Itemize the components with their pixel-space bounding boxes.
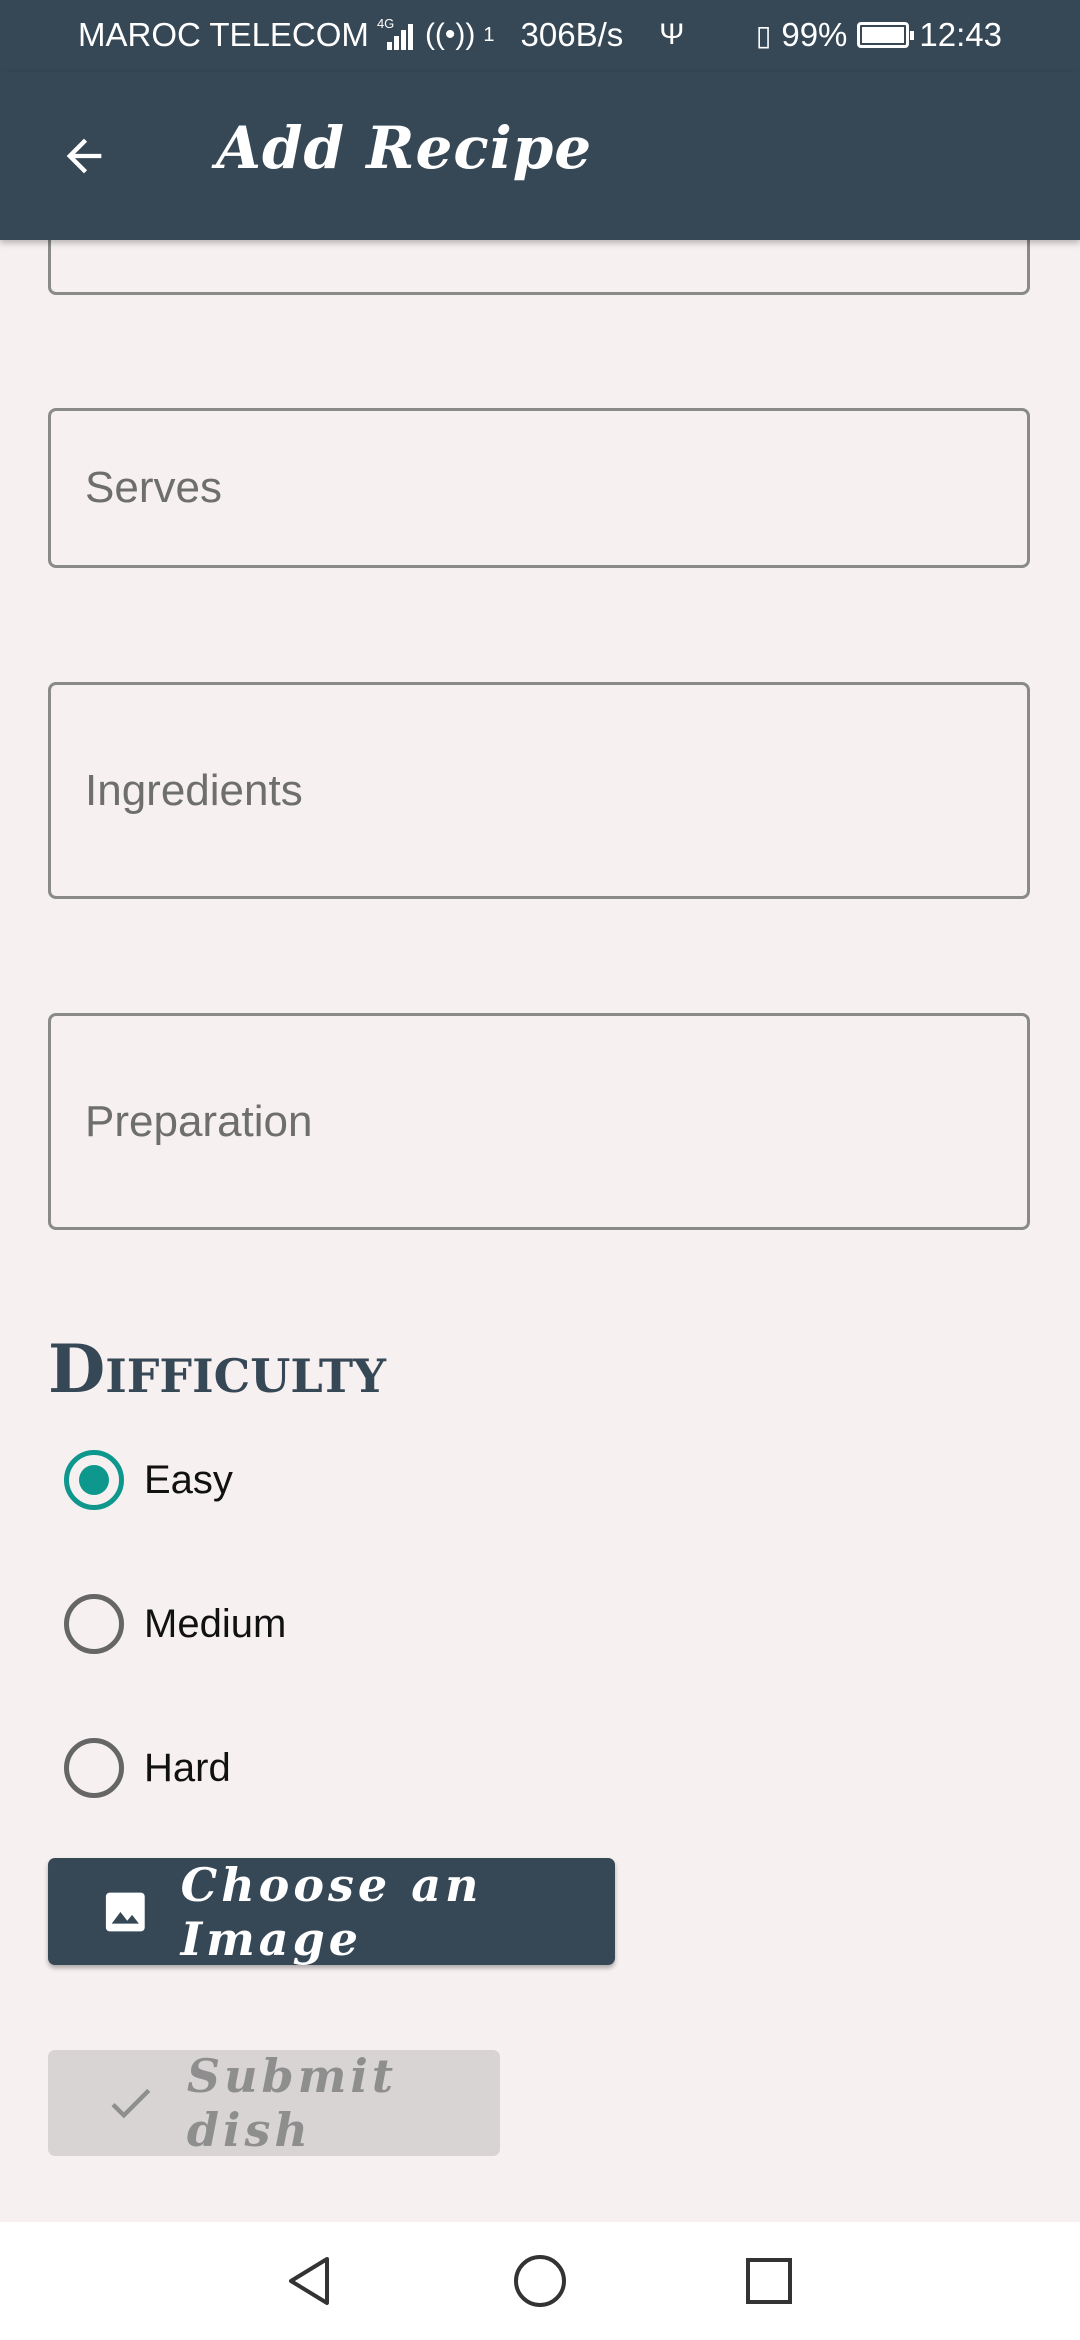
circle-home-icon (514, 2255, 566, 2307)
choose-image-label: Choose an Image (180, 1857, 483, 1966)
app-bar: Add Recipe (0, 72, 1080, 240)
status-bar: MAROC TELECOM 4G ((•)) 1 306B/s Ψ ▯ 99% … (0, 0, 1080, 72)
radio-label: Medium (144, 1601, 287, 1646)
hotspot-icon: ((•)) (424, 18, 476, 51)
radio-button[interactable] (64, 1594, 124, 1654)
serves-input[interactable] (51, 411, 1027, 565)
carrier-name: MAROC TELECOM (78, 16, 369, 53)
hotspot-count: 1 (483, 23, 495, 46)
back-button[interactable] (44, 116, 124, 196)
nav-back-button[interactable] (274, 2246, 344, 2316)
serves-field[interactable] (48, 408, 1030, 568)
nav-recents-button[interactable] (734, 2246, 804, 2316)
signal-icon: 4G (377, 16, 417, 50)
network-speed: 306B/s (520, 16, 624, 53)
clock: 12:43 (919, 16, 1002, 53)
preparation-field[interactable] (48, 1013, 1030, 1230)
radio-option-hard[interactable]: Hard (64, 1738, 231, 1798)
page-title: Add Recipe (216, 114, 593, 182)
ingredients-input[interactable] (51, 685, 1027, 896)
choose-image-button[interactable]: Choose an Image (48, 1857, 615, 1966)
radio-button[interactable] (64, 1738, 124, 1798)
image-icon (105, 1892, 145, 1931)
battery-icon (857, 22, 915, 48)
radio-option-easy[interactable]: Easy (64, 1450, 233, 1510)
vibrate-icon: ▯ (755, 19, 772, 51)
battery-level: 99% (781, 16, 848, 53)
radio-label: Easy (144, 1457, 233, 1502)
square-recents-icon (746, 2258, 792, 2304)
arrow-left-icon (66, 138, 102, 174)
usb-icon: Ψ (659, 18, 685, 51)
preparation-input[interactable] (51, 1016, 1027, 1227)
radio-option-medium[interactable]: Medium (64, 1594, 286, 1654)
triangle-back-icon (289, 2257, 329, 2305)
ingredients-field[interactable] (48, 682, 1030, 899)
submit-dish-button[interactable]: Submit dish (48, 2049, 500, 2157)
radio-label: Hard (144, 1745, 231, 1790)
check-icon (111, 2088, 151, 2119)
nav-home-button[interactable] (505, 2246, 575, 2316)
radio-button[interactable] (64, 1450, 124, 1510)
submit-dish-label: Submit dish (186, 2049, 398, 2157)
difficulty-heading: Difficulty (48, 1330, 386, 1408)
system-navigation-bar (0, 2222, 1080, 2340)
